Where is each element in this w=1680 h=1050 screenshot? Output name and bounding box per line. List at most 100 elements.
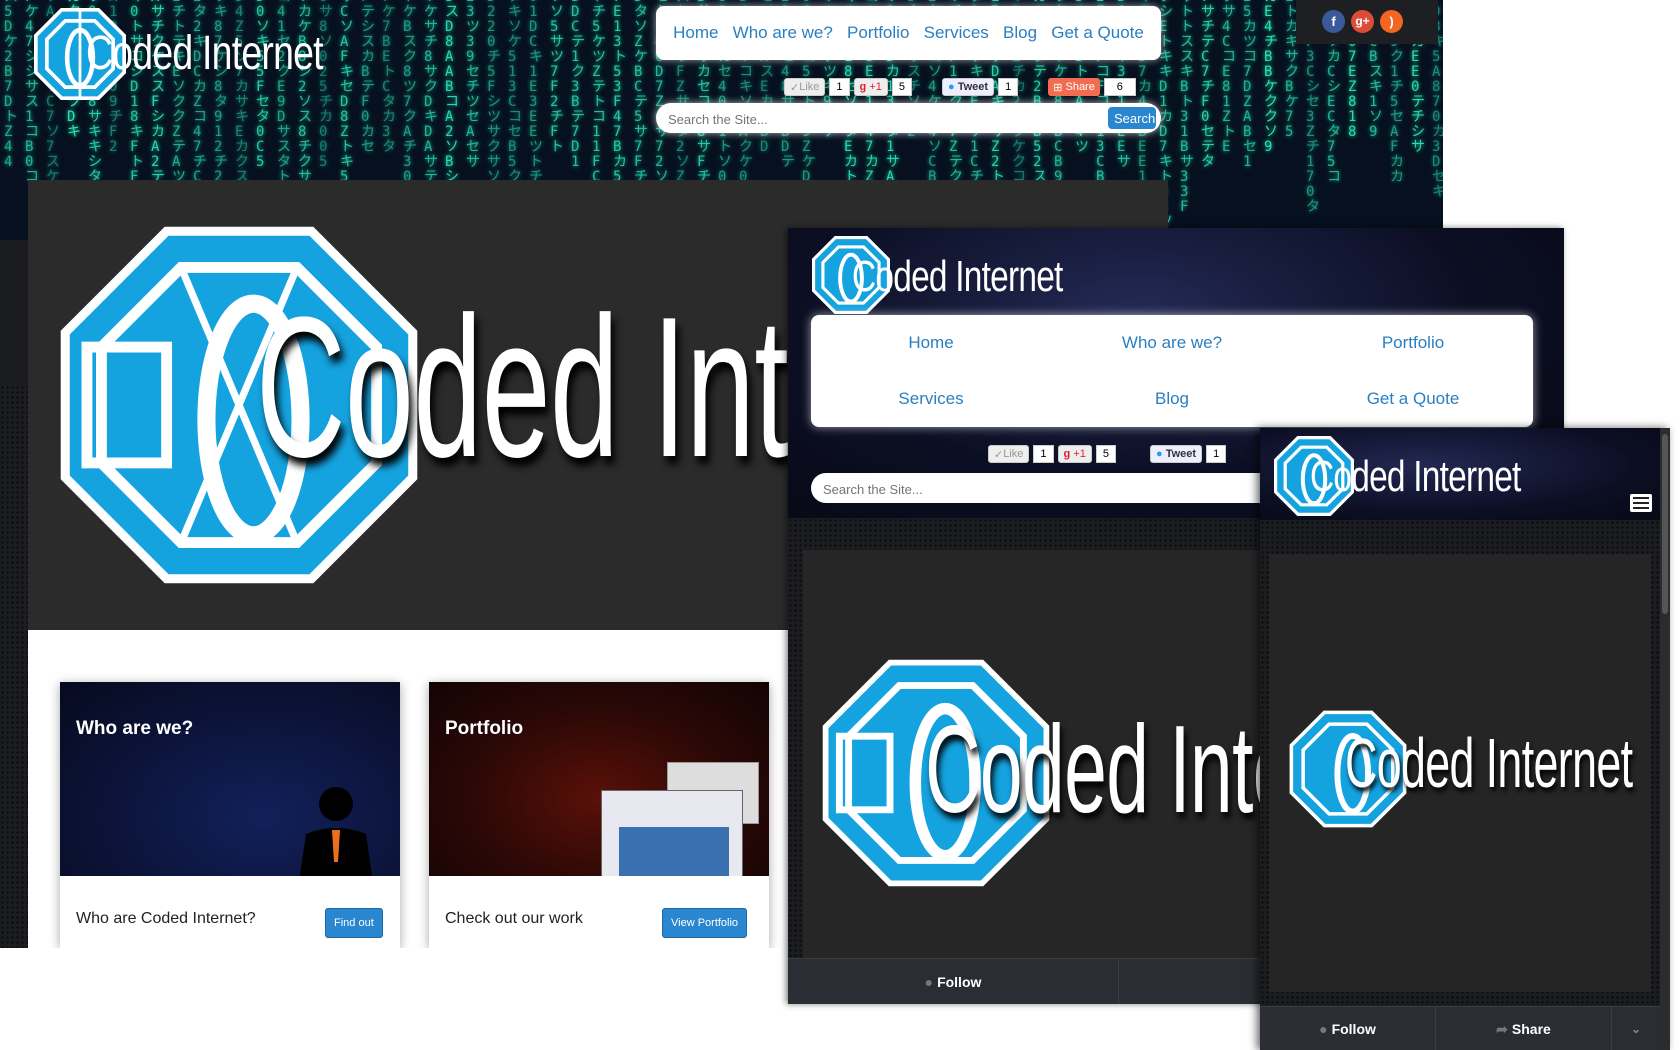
like-count: 1 <box>829 78 849 96</box>
nav-get-a-quote[interactable]: Get a Quote <box>1293 389 1533 409</box>
follow-label: Follow <box>937 974 981 990</box>
like-check-icon: ✓ <box>790 81 799 94</box>
nav-who-are-we[interactable]: Who are we? <box>733 23 833 43</box>
nav-who-are-we[interactable]: Who are we? <box>1052 333 1292 353</box>
share-button[interactable]: ➦ Share <box>1436 1007 1611 1050</box>
matrix-glyph-column: FテシスカBテF0カセ <box>361 0 375 155</box>
nav-home[interactable]: Home <box>811 333 1051 353</box>
nav-services[interactable]: Services <box>811 389 1051 409</box>
plusone-button[interactable]: g +1 <box>1058 445 1092 463</box>
search-input[interactable] <box>666 109 1090 129</box>
matrix-glyph-column: カE4チBBケククソ9 <box>1264 0 1278 155</box>
like-count: 1 <box>1033 445 1053 463</box>
tweet-count: 1 <box>998 78 1018 96</box>
card-image-portfolio: Portfolio <box>429 682 769 876</box>
matrix-glyph-column: 7サチテC7チF0セテタ <box>1201 0 1215 170</box>
share-label: Share <box>1065 81 1094 93</box>
nav-portfolio[interactable]: Portfolio <box>847 23 909 43</box>
phone-hero: Coded Internet <box>1269 554 1651 992</box>
share-label: Share <box>1512 1021 1551 1037</box>
nav-home[interactable]: Home <box>673 23 718 43</box>
screenshot-thumb <box>619 827 729 876</box>
plusone-label: +1 <box>869 81 882 93</box>
nav-get-a-quote[interactable]: Get a Quote <box>1051 23 1144 43</box>
chevron-down-icon[interactable]: ⌄ <box>1612 1007 1660 1050</box>
hero-brand-name: Coded Internet <box>1345 728 1632 798</box>
content-area: Who are we? Who are Coded Internet? Find… <box>28 630 788 948</box>
search-box: Search <box>656 103 1161 133</box>
card-title: Who are we? <box>76 718 193 740</box>
nav-blog[interactable]: Blog <box>1052 389 1292 409</box>
matrix-glyph-column: 23ツ39セチツセAセサ <box>466 0 480 170</box>
like-check-icon: ✓ <box>994 448 1003 461</box>
businessman-silhouette-icon <box>296 782 376 876</box>
share-count: 6 <box>1104 78 1136 96</box>
like-button[interactable]: ✓ Like <box>784 78 825 96</box>
tweet-label: Tweet <box>958 81 988 93</box>
tweet-count: 1 <box>1206 445 1226 463</box>
search-button[interactable]: Search <box>1108 107 1156 129</box>
card-image-who: Who are we? <box>60 682 400 876</box>
card-text: Who are Coded Internet? <box>76 910 256 928</box>
twitter-bird-icon: ● <box>1156 448 1163 460</box>
share-arrow-icon: ➦ <box>1496 1021 1508 1038</box>
scrollbar-thumb[interactable] <box>1662 434 1668 614</box>
user-icon: ● <box>925 974 933 990</box>
share-button[interactable]: ⊞ Share <box>1048 78 1100 96</box>
follow-button[interactable]: ● Follow <box>1260 1007 1435 1050</box>
nav-blog[interactable]: Blog <box>1003 23 1037 43</box>
nav-portfolio[interactable]: Portfolio <box>1293 333 1533 353</box>
card-portfolio: Portfolio Check out our work View Portfo… <box>429 682 769 948</box>
bar-divider <box>1118 959 1119 1004</box>
share-bar: ✓ Like 1 g +1 5 ● Tweet 1 ⊞ Share 6 <box>784 77 1136 97</box>
tablet-share-bar: ✓ Like 1 g +1 5 ● Tweet 1 <box>988 444 1226 464</box>
follow-label: Follow <box>1332 1021 1376 1037</box>
like-label: Like <box>799 81 819 93</box>
card-text: Check out our work <box>445 910 583 928</box>
find-out-button[interactable]: Find out <box>325 908 383 938</box>
nav-services[interactable]: Services <box>924 23 989 43</box>
plusone-label: +1 <box>1073 448 1086 460</box>
search-input[interactable] <box>821 479 1305 499</box>
matrix-glyph-column: D220チ5Fシツサクサソ <box>487 0 501 185</box>
social-links: f g+ ) <box>1296 0 1438 44</box>
google-g-icon: g <box>860 81 867 93</box>
matrix-glyph-column: 3DCテ1ク3Bテ7D1 <box>571 0 585 170</box>
card-who-are-we: Who are we? Who are Coded Internet? Find… <box>60 682 400 948</box>
matrix-glyph-column: サトトススキBト31Bサ33F <box>1180 0 1194 215</box>
main-nav: Home Who are we? Portfolio Services Blog… <box>656 6 1161 60</box>
brand-name: Coded Internet <box>852 252 1063 302</box>
matrix-glyph-column: クサ4CコE81ZトE <box>1222 0 1236 155</box>
brand-name: Coded Internet <box>1310 452 1521 502</box>
share-plus-icon: ⊞ <box>1053 81 1062 94</box>
tweet-label: Tweet <box>1166 448 1196 460</box>
matrix-glyph-column: 4ケサチ8サクDキDAサテ <box>424 0 438 185</box>
follow-button[interactable]: ● Follow <box>788 959 1118 1004</box>
matrix-glyph-column: トケBスク8ツ7クAチ30ソ <box>403 0 417 200</box>
hamburger-icon[interactable] <box>1630 494 1652 512</box>
matrix-glyph-column: 25カツコ7DZABセ1 <box>1243 0 1257 170</box>
view-portfolio-button[interactable]: View Portfolio <box>662 908 747 938</box>
tablet-logo[interactable]: Coded Internet <box>812 236 1092 316</box>
rss-icon[interactable]: ) <box>1380 10 1403 33</box>
matrix-glyph-column: 7ケ7BEトCタカ3タ <box>382 0 396 155</box>
matrix-glyph-column: 7E13ト53F47Bカ5ク <box>613 0 627 200</box>
facebook-icon[interactable]: f <box>1322 10 1345 33</box>
plusone-count: 5 <box>892 78 912 96</box>
plusone-button[interactable]: g +1 <box>854 78 888 96</box>
user-icon: ● <box>1319 1021 1327 1037</box>
tablet-nav: Home Who are we? Portfolio Services Blog… <box>811 315 1533 427</box>
phone-logo[interactable]: Coded Internet <box>1274 436 1514 516</box>
google-plus-icon[interactable]: g+ <box>1351 10 1374 33</box>
tweet-button[interactable]: ● Tweet <box>942 78 994 96</box>
header-logo[interactable]: Coded Internet <box>34 8 354 104</box>
like-button[interactable]: ✓ Like <box>988 445 1029 463</box>
google-g-icon: g <box>1064 448 1071 460</box>
matrix-glyph-column: ス5Dケ2B7DトZ44 <box>4 0 18 170</box>
twitter-bird-icon: ● <box>948 81 955 93</box>
phone-action-bar: ● Follow ➦ Share ⌄ <box>1260 1006 1660 1050</box>
plusone-count: 5 <box>1096 445 1116 463</box>
like-label: Like <box>1003 448 1023 460</box>
tweet-button[interactable]: ● Tweet <box>1150 445 1202 463</box>
phone-view: Coded Internet Coded Internet ● Follow ➦ S… <box>1260 428 1670 1050</box>
